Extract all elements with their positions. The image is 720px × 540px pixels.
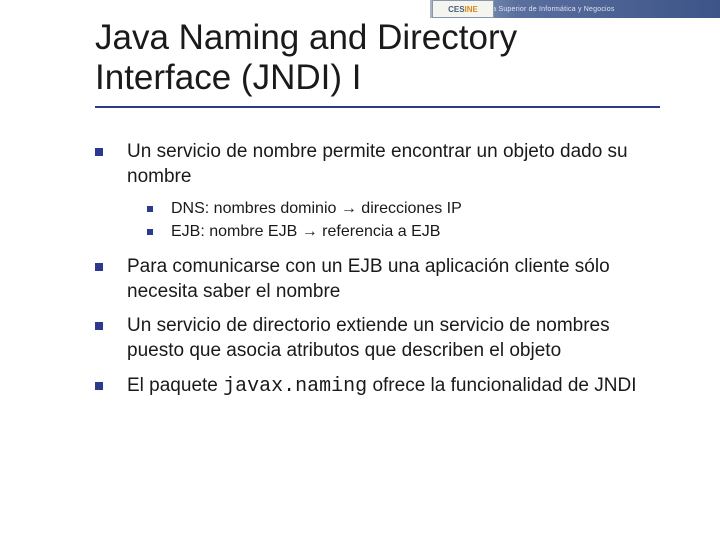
sub-bullet-item: EJB: nombre EJB → referencia a EJB: [147, 222, 655, 243]
bullet-square-icon: [147, 206, 153, 212]
bullet-item: El paquete javax.naming ofrece la funcio…: [95, 374, 655, 400]
bullet-text: El paquete javax.naming ofrece la funcio…: [127, 374, 637, 400]
bullet-text: Un servicio de nombre permite encontrar …: [127, 140, 655, 189]
logo-text-right: INE: [465, 5, 478, 14]
bullet-text: Para comunicarse con un EJB una aplicaci…: [127, 255, 655, 304]
slide-content: Un servicio de nombre permite encontrar …: [95, 140, 655, 410]
sub-bullet-text: EJB: nombre EJB → referencia a EJB: [171, 222, 440, 243]
bullet-text: Un servicio de directorio extiende un se…: [127, 314, 655, 363]
slide-title: Java Naming and Directory Interface (JND…: [95, 18, 655, 99]
bullet-item: Un servicio de nombre permite encontrar …: [95, 140, 655, 189]
bullet-square-icon: [95, 382, 103, 390]
bullet-text-post: ofrece la funcionalidad de JNDI: [367, 375, 636, 396]
bullet-square-icon: [147, 229, 153, 235]
logo-text-left: CES: [448, 5, 464, 14]
sub-bullet-text: DNS: nombres dominio → direcciones IP: [171, 199, 462, 220]
bullet-square-icon: [95, 322, 103, 330]
sub-bullet-item: DNS: nombres dominio → direcciones IP: [147, 199, 655, 220]
bullet-item: Para comunicarse con un EJB una aplicaci…: [95, 255, 655, 304]
bullet-square-icon: [95, 148, 103, 156]
bullet-text-pre: El paquete: [127, 375, 223, 396]
title-underline: [95, 106, 660, 108]
bullet-item: Un servicio de directorio extiende un se…: [95, 314, 655, 363]
header-logo: CESINE: [432, 0, 494, 18]
sub-bullet-group: DNS: nombres dominio → direcciones IP EJ…: [95, 199, 655, 243]
bullet-square-icon: [95, 263, 103, 271]
bullet-text-code: javax.naming: [223, 375, 367, 398]
